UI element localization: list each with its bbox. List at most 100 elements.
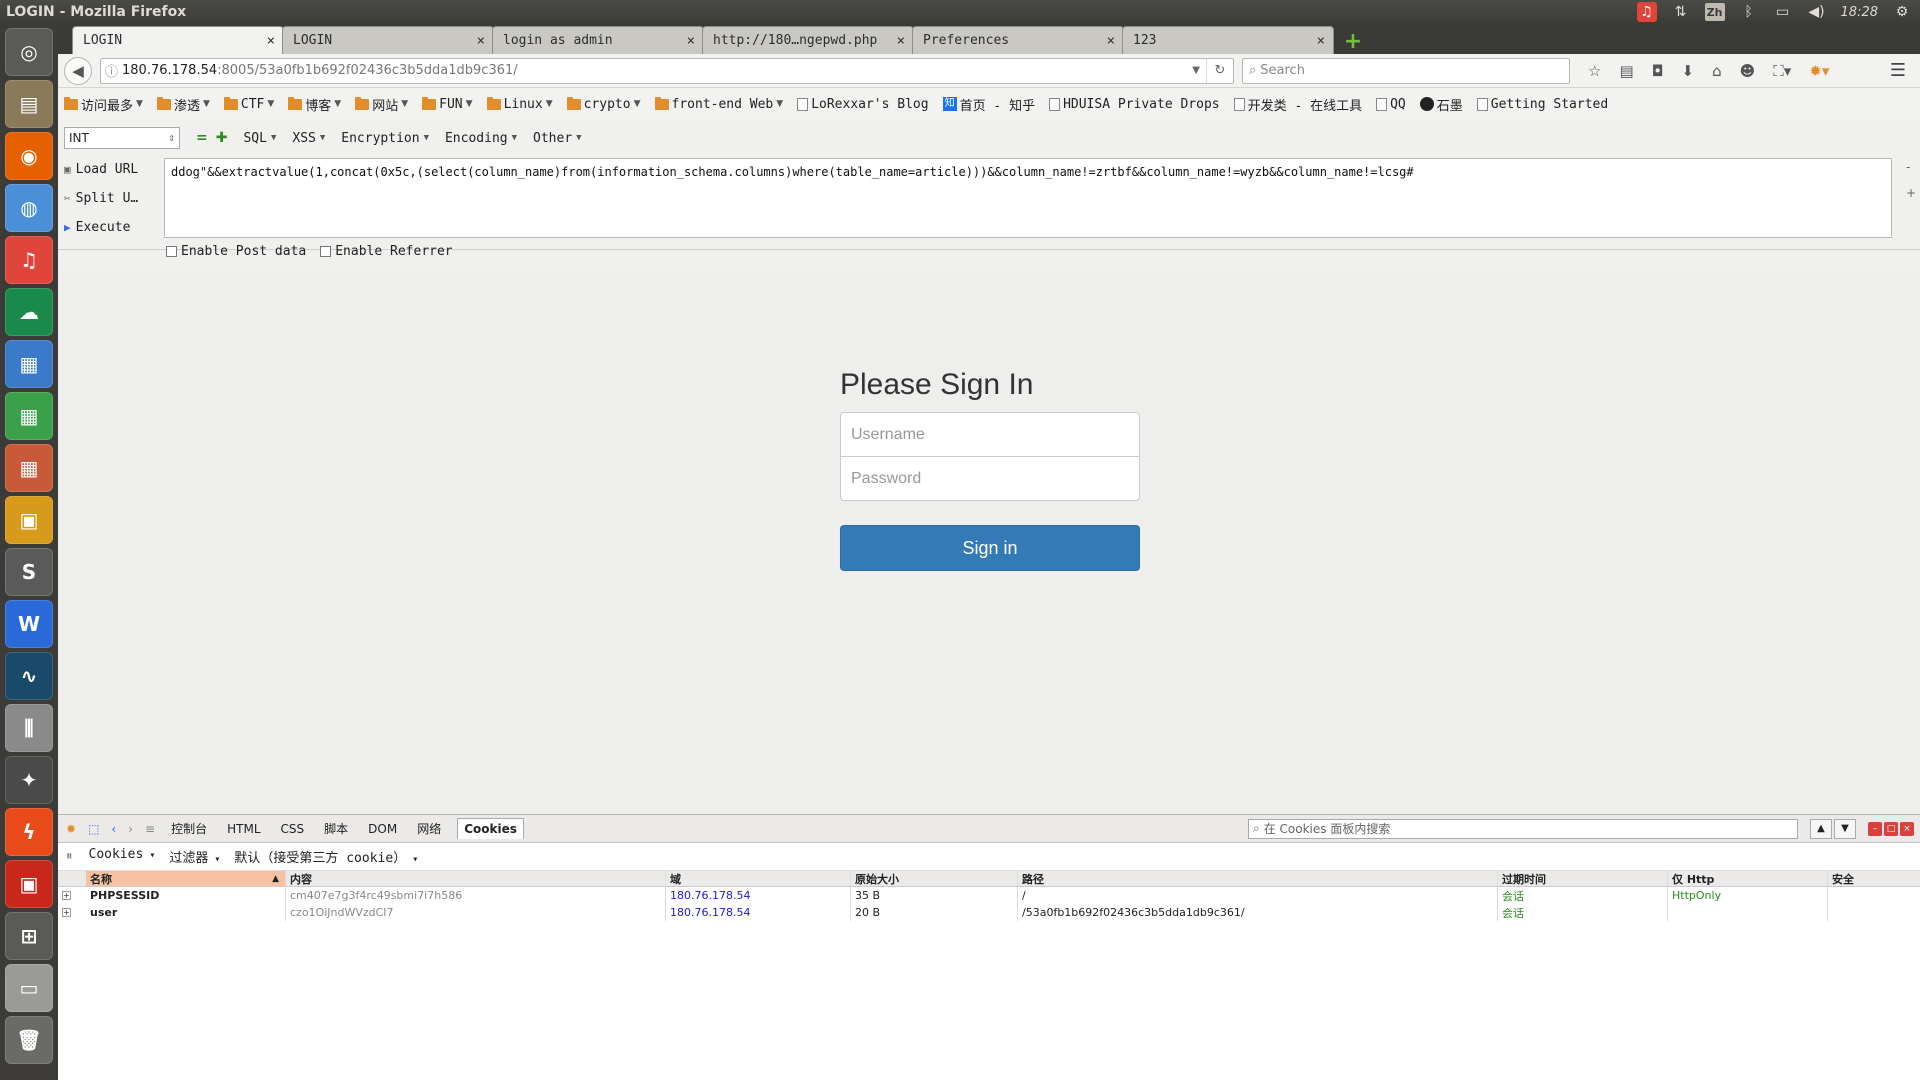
- firebug-tab[interactable]: DOM: [364, 820, 401, 838]
- bookmark-item[interactable]: Linux ▼: [486, 96, 553, 112]
- back-button[interactable]: ◀: [64, 56, 92, 85]
- grow-button[interactable]: +: [1906, 186, 1916, 200]
- password-input[interactable]: Password: [840, 456, 1140, 501]
- close-tab-icon[interactable]: ×: [897, 33, 905, 49]
- bookmark-item[interactable]: LoRexxar's Blog: [797, 97, 929, 112]
- new-tab-button[interactable]: +: [1340, 28, 1366, 54]
- expand-icon[interactable]: +: [62, 908, 71, 917]
- settings-gear-icon[interactable]: ⚙: [1892, 2, 1912, 22]
- column-header[interactable]: 路径: [1018, 871, 1498, 886]
- bookmark-item[interactable]: QQ: [1376, 97, 1406, 112]
- dash-icon[interactable]: ◎: [5, 28, 53, 76]
- reload-icon[interactable]: ↻: [1207, 63, 1233, 78]
- firefox-icon[interactable]: ◉: [5, 132, 53, 180]
- home-icon[interactable]: ⌂: [1712, 62, 1722, 80]
- cookies-break-icon[interactable]: ⏸: [66, 849, 73, 864]
- column-header[interactable]: 域: [666, 871, 851, 886]
- wps-icon[interactable]: W: [5, 600, 53, 648]
- files-icon[interactable]: ▤: [5, 80, 53, 128]
- hamburger-menu-icon[interactable]: ☰: [1890, 60, 1914, 81]
- bookmark-item[interactable]: 开发类 - 在线工具: [1233, 95, 1362, 114]
- firebug-tab[interactable]: CSS: [277, 820, 309, 838]
- enable-post-checkbox[interactable]: Enable Post data: [166, 244, 306, 259]
- pocket-icon[interactable]: ◘: [1652, 62, 1664, 80]
- firebug-logo-icon[interactable]: ✹: [66, 822, 76, 836]
- workspaces-icon[interactable]: ⊞: [5, 912, 53, 960]
- hackbar-menu-encryption[interactable]: Encryption ▼: [341, 131, 429, 146]
- cookies-search-input[interactable]: ⌕ 在 Cookies 面板内搜索: [1248, 818, 1798, 839]
- bookmark-item[interactable]: 博客 ▼: [288, 95, 341, 114]
- chromium-icon[interactable]: ◍: [5, 184, 53, 232]
- detach-panel-icon[interactable]: □: [1884, 821, 1898, 836]
- close-tab-icon[interactable]: ×: [687, 33, 695, 49]
- forward-arrow-icon[interactable]: ›: [128, 822, 133, 836]
- cloud-icon[interactable]: ☁: [5, 288, 53, 336]
- hackbar-action-0[interactable]: ▣ Load URL: [64, 160, 138, 179]
- bookmark-item[interactable]: front-end Web ▼: [654, 96, 783, 112]
- hackbar-type-select[interactable]: INT ⇕: [64, 127, 180, 149]
- firebug-tab[interactable]: 网络: [413, 818, 445, 839]
- checkbox-box[interactable]: [320, 246, 332, 257]
- increase-icon[interactable]: ✚: [216, 130, 228, 146]
- decrease-icon[interactable]: =: [196, 130, 208, 146]
- back-arrow-icon[interactable]: ‹: [111, 822, 116, 836]
- checkbox-box[interactable]: [166, 246, 177, 257]
- trash-icon[interactable]: 🗑: [5, 1016, 53, 1064]
- close-tab-icon[interactable]: ×: [1317, 33, 1325, 49]
- inkscape-icon[interactable]: ✦: [5, 756, 53, 804]
- cookies-submenu[interactable]: 默认（接受第三方 cookie） ▾: [234, 847, 418, 866]
- impress-icon[interactable]: ▦: [5, 444, 53, 492]
- tab-4[interactable]: Preferences ×: [912, 26, 1124, 54]
- signin-button[interactable]: Sign in: [840, 525, 1140, 571]
- clock[interactable]: 18:28: [1841, 5, 1878, 20]
- sublime-icon[interactable]: S: [5, 548, 53, 596]
- bookmark-item[interactable]: crypto ▼: [566, 96, 641, 112]
- bookmark-item[interactable]: HDUISA Private Drops: [1049, 97, 1220, 112]
- tab-1[interactable]: LOGIN ×: [282, 26, 494, 54]
- column-header[interactable]: 安全: [1828, 871, 1920, 886]
- bookmark-item[interactable]: Getting Started: [1476, 97, 1608, 112]
- cookies-submenu[interactable]: Cookies ▾: [89, 847, 156, 866]
- cookie-row[interactable]: + user czo1OiJndWVzdCI7 180.76.178.54 20 B/5…: [58, 904, 1920, 921]
- calc-icon[interactable]: ▦: [5, 392, 53, 440]
- bookmark-item[interactable]: 石墨: [1419, 95, 1463, 114]
- hackbar-menu-other[interactable]: Other ▼: [533, 131, 582, 146]
- writer-icon[interactable]: ▦: [5, 340, 53, 388]
- username-input[interactable]: Username: [840, 412, 1140, 457]
- crop-icon[interactable]: ⛶▾: [1773, 62, 1791, 80]
- url-bar[interactable]: ⓘ 180.76.178.54:8005/53a0fb1b692f02436c3…: [100, 57, 1234, 84]
- tab-5[interactable]: 123 ×: [1122, 26, 1334, 54]
- firebug-tab[interactable]: Cookies: [457, 818, 524, 839]
- music-icon[interactable]: ♫: [5, 236, 53, 284]
- shrink-button[interactable]: -: [1906, 160, 1916, 174]
- app-red-icon[interactable]: ▣: [5, 860, 53, 908]
- bookmark-item[interactable]: 知首页 - 知乎: [942, 95, 1035, 114]
- firebug-tab[interactable]: 控制台: [167, 818, 211, 839]
- hackbar-menu-encoding[interactable]: Encoding ▼: [445, 131, 517, 146]
- tab-3[interactable]: http://180…ngepwd.php ×: [702, 26, 914, 54]
- downloads-icon[interactable]: ⬇: [1682, 62, 1695, 80]
- column-header[interactable]: 名称 ▲: [86, 871, 286, 886]
- volume-icon[interactable]: ◀): [1807, 2, 1827, 22]
- expand-icon[interactable]: +: [62, 891, 71, 900]
- tab-0[interactable]: LOGIN ×: [72, 26, 284, 54]
- inspect-icon[interactable]: ⬚: [88, 822, 99, 836]
- close-panel-icon[interactable]: ×: [1900, 821, 1914, 836]
- mixer-icon[interactable]: ⫼: [5, 704, 53, 752]
- bookmark-item[interactable]: 网站 ▼: [355, 95, 408, 114]
- search-prev-icon[interactable]: ▲: [1810, 818, 1832, 839]
- column-header[interactable]: 过期时间: [1498, 871, 1668, 886]
- command-line-icon[interactable]: ≡: [145, 822, 155, 836]
- column-header[interactable]: 内容: [286, 871, 666, 886]
- firebug-tab[interactable]: 脚本: [320, 818, 352, 839]
- tab-2[interactable]: login as admin ×: [492, 26, 704, 54]
- hackbar-menu-xss[interactable]: XSS ▼: [292, 131, 325, 146]
- bluetooth-icon[interactable]: ᛒ: [1739, 2, 1759, 22]
- input-method-indicator[interactable]: Zh: [1704, 3, 1725, 21]
- virtualbox-icon[interactable]: ▣: [5, 496, 53, 544]
- hackbar-menu-sql[interactable]: SQL ▼: [243, 131, 276, 146]
- bookmark-star-icon[interactable]: ☆: [1588, 62, 1601, 80]
- bookmark-item[interactable]: 访问最多 ▼: [64, 95, 143, 114]
- bookmark-item[interactable]: FUN ▼: [422, 96, 473, 112]
- identity-icon[interactable]: ⓘ: [105, 61, 118, 80]
